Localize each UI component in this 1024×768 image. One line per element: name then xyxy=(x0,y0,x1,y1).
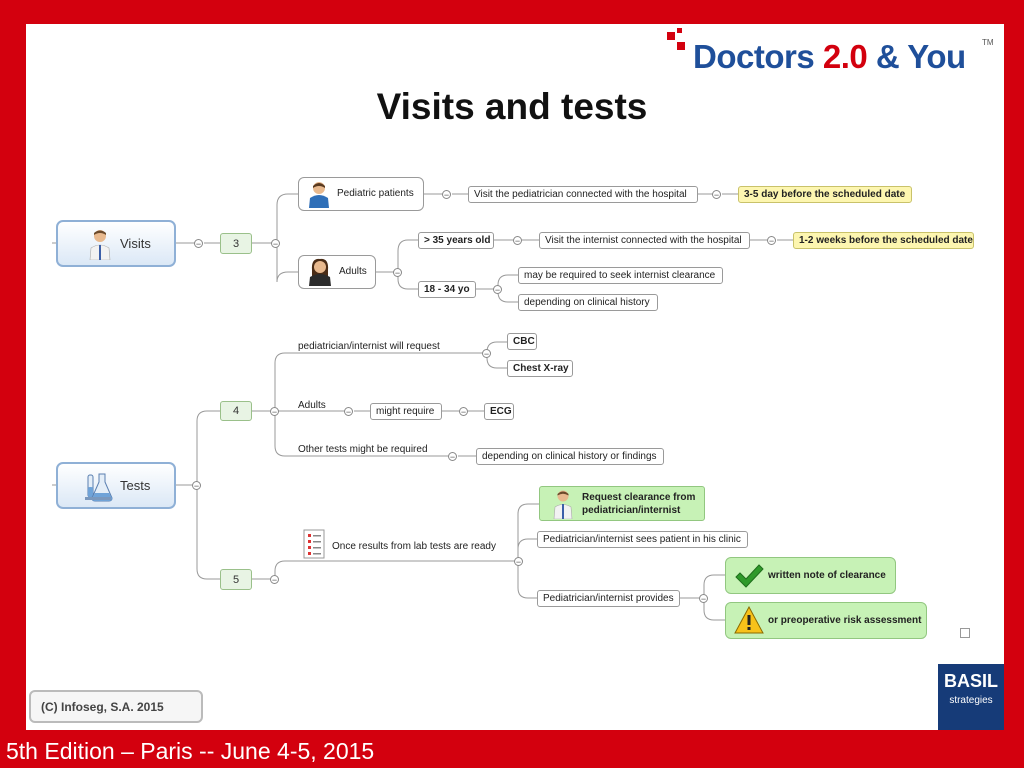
doctor-icon xyxy=(89,230,111,260)
lab-flask-icon xyxy=(85,473,113,502)
chest-xray-node[interactable]: Chest X-ray xyxy=(507,360,573,377)
mindmap-connectors xyxy=(52,193,793,621)
collapse-toggle[interactable]: − xyxy=(393,268,402,278)
over35-timing-node[interactable]: 1-2 weeks before the scheduled date xyxy=(793,232,974,249)
cbc-node[interactable]: CBC xyxy=(507,333,537,350)
visits-root-node[interactable]: Visits xyxy=(56,220,176,267)
collapse-toggle[interactable]: − xyxy=(513,236,522,246)
risk-assessment-label: or preoperative risk assessment xyxy=(768,614,922,626)
sees-patient-node[interactable]: Pediatrician/internist sees patient in h… xyxy=(537,531,748,548)
checkmark-icon xyxy=(735,564,764,588)
collapse-toggle[interactable]: − xyxy=(270,575,279,585)
copyright-box: (C) Infoseg, S.A. 2015 xyxy=(29,690,203,723)
adults-label: Adults xyxy=(339,266,367,277)
basil-logo-line2: strategies xyxy=(949,695,993,706)
collapse-toggle[interactable]: − xyxy=(712,190,721,200)
tests-count-badge-b: 5 xyxy=(220,569,252,590)
checklist-icon xyxy=(303,529,325,559)
collapse-toggle[interactable]: − xyxy=(271,239,280,249)
warning-icon xyxy=(734,606,764,634)
collapse-toggle[interactable]: − xyxy=(482,349,491,359)
collapse-toggle[interactable]: − xyxy=(767,236,776,246)
adults-node[interactable]: Adults xyxy=(298,255,376,289)
collapse-toggle[interactable]: − xyxy=(194,239,203,249)
tests-root-node[interactable]: Tests xyxy=(56,462,176,509)
clearance-doctor-icon xyxy=(553,490,573,519)
collapse-toggle[interactable]: − xyxy=(270,407,279,417)
basil-strategies-logo: BASIL strategies xyxy=(938,664,1004,730)
collapse-toggle[interactable]: − xyxy=(192,481,201,491)
request-text: pediatrician/internist will request xyxy=(298,341,440,352)
collapse-toggle[interactable]: − xyxy=(459,407,468,417)
visits-count-badge: 3 xyxy=(220,233,252,254)
pediatric-patient-icon xyxy=(309,182,329,208)
footer-text: 5th Edition – Paris -- June 4-5, 2015 xyxy=(6,738,375,764)
collapse-toggle[interactable]: − xyxy=(514,557,523,567)
pediatric-timing-node[interactable]: 3-5 day before the scheduled date xyxy=(738,186,912,203)
might-require-node[interactable]: might require xyxy=(370,403,442,420)
lab-results-text: Once results from lab tests are ready xyxy=(332,541,496,552)
request-clearance-label: Request clearance from pediatrician/inte… xyxy=(582,491,696,516)
other-tests-text: Other tests might be required xyxy=(298,444,428,455)
collapse-toggle[interactable]: − xyxy=(442,190,451,200)
clinical-history-note[interactable]: depending on clinical history xyxy=(518,294,658,311)
collapse-toggle[interactable]: − xyxy=(448,452,457,462)
tests-label: Tests xyxy=(120,478,151,493)
internist-clearance-note[interactable]: may be required to seek internist cleara… xyxy=(518,267,723,284)
provides-node[interactable]: Pediatrician/internist provides xyxy=(537,590,680,607)
collapse-toggle[interactable]: − xyxy=(344,407,353,417)
request-clearance-node[interactable]: Request clearance from pediatrician/inte… xyxy=(539,486,705,521)
pediatric-action-node[interactable]: Visit the pediatrician connected with th… xyxy=(468,186,698,203)
clinical-findings-note[interactable]: depending on clinical history or finding… xyxy=(476,448,664,465)
tests-adults-text: Adults xyxy=(298,400,326,411)
age-18-34-node[interactable]: 18 - 34 yo xyxy=(418,281,476,298)
over35-action-node[interactable]: Visit the internist connected with the h… xyxy=(539,232,750,249)
map-corner-icon xyxy=(960,628,970,638)
written-note-label: written note of clearance xyxy=(768,569,886,581)
collapse-toggle[interactable]: − xyxy=(493,285,502,295)
collapse-toggle[interactable]: − xyxy=(699,594,708,604)
pediatric-patients-node[interactable]: Pediatric patients xyxy=(298,177,424,211)
basil-logo-line1: BASIL xyxy=(944,671,998,691)
visits-label: Visits xyxy=(120,236,151,251)
risk-assessment-node[interactable]: or preoperative risk assessment xyxy=(725,602,927,639)
adult-patient-icon xyxy=(309,258,331,286)
ecg-node[interactable]: ECG xyxy=(484,403,514,420)
tests-count-badge-a: 4 xyxy=(220,401,252,421)
written-note-node[interactable]: written note of clearance xyxy=(725,557,896,594)
over35-node[interactable]: > 35 years old xyxy=(418,232,494,249)
pediatric-patients-label: Pediatric patients xyxy=(337,188,414,199)
